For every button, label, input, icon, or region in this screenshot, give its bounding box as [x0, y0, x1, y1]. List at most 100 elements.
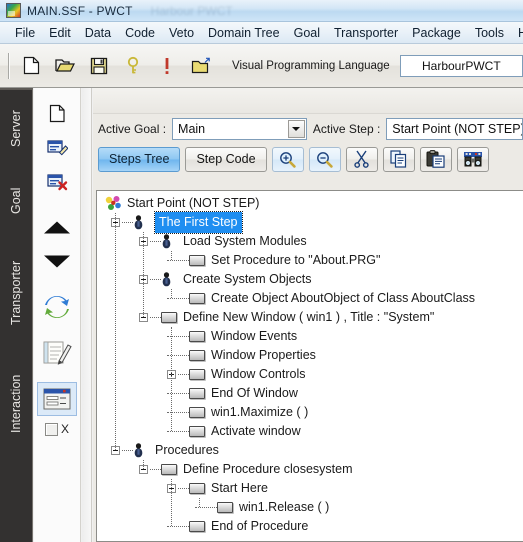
menu-item-code[interactable]: Code	[118, 24, 162, 42]
steps-tree: Start Point (NOT STEP) The First Step Load…	[97, 191, 523, 536]
new-file-button[interactable]	[17, 52, 45, 80]
paste-button[interactable]	[419, 146, 452, 172]
tree-row[interactable]: Set Procedure to "About.PRG"	[97, 251, 523, 270]
tree-connector	[167, 526, 189, 527]
chevron-down-icon[interactable]	[287, 120, 305, 138]
tree-node-label[interactable]: Window Properties	[211, 346, 316, 365]
tree-row[interactable]: Window Controls	[97, 365, 523, 384]
menu-item-package[interactable]: Package	[405, 24, 468, 42]
open-file-button[interactable]	[51, 52, 79, 80]
notebook-pencil-icon	[43, 341, 72, 365]
rail-new-step[interactable]	[37, 96, 77, 130]
rail-move-down[interactable]	[37, 244, 77, 278]
tab-step-code[interactable]: Step Code	[185, 146, 267, 172]
active-step-field[interactable]: Start Point (NOT STEP)	[386, 118, 523, 140]
tree-row[interactable]: Create Object AboutObject of Class About…	[97, 289, 523, 308]
tree-node-label[interactable]: win1.Maximize ( )	[211, 403, 308, 422]
rail-move-up[interactable]	[37, 210, 77, 244]
menu-item-goal[interactable]: Goal	[287, 24, 327, 42]
rail-notes[interactable]	[37, 336, 77, 370]
zoom-in-button[interactable]	[271, 146, 304, 172]
tree-node-label[interactable]: Window Controls	[211, 365, 305, 384]
menu-item-edit[interactable]: Edit	[42, 24, 78, 42]
help-button[interactable]	[119, 52, 147, 80]
cut-button[interactable]	[345, 146, 378, 172]
tree-node-label[interactable]: Define New Window ( win1 ) , Title : "Sy…	[183, 308, 434, 327]
menu-item-data[interactable]: Data	[78, 24, 118, 42]
find-button[interactable]	[456, 146, 489, 172]
language-combo[interactable]: HarbourPWCT	[399, 54, 523, 77]
tree-row[interactable]: Start Point (NOT STEP)	[97, 194, 523, 213]
step-box-icon	[189, 407, 205, 418]
tree-connector-vertical	[171, 327, 172, 431]
checkbox-box[interactable]	[44, 422, 58, 436]
tree-row[interactable]: End of Procedure	[97, 517, 523, 536]
step-box-glyph	[217, 502, 233, 513]
menu-item-file[interactable]: File	[8, 24, 42, 42]
run-button[interactable]	[153, 52, 181, 80]
vertical-tab-transporter[interactable]: Transporter	[9, 234, 23, 352]
step-box-icon	[189, 293, 205, 304]
rail-edit-step[interactable]	[37, 130, 77, 164]
tree-row[interactable]: Load System Modules	[97, 232, 523, 251]
tree-connector-vertical	[199, 498, 200, 507]
tree-row[interactable]: Create System Objects	[97, 270, 523, 289]
vertical-tab-goal[interactable]: Goal	[9, 168, 23, 234]
export-button[interactable]	[187, 52, 215, 80]
step-box-glyph	[161, 464, 177, 475]
tree-connector	[150, 469, 161, 470]
tree-row[interactable]: The First Step	[97, 211, 523, 234]
tree-connector	[178, 374, 189, 375]
menu-item-veto[interactable]: Veto	[162, 24, 201, 42]
tree-row[interactable]: Window Properties	[97, 346, 523, 365]
tree-row[interactable]: win1.Release ( )	[97, 498, 523, 517]
tab-steps-tree[interactable]: Steps Tree	[98, 146, 181, 172]
rail-refresh[interactable]	[37, 290, 77, 324]
rail-checkbox[interactable]: X	[34, 422, 80, 436]
rail-scrollbar[interactable]	[82, 88, 92, 542]
menu-item-help[interactable]: Help	[511, 24, 523, 42]
tree-row[interactable]: Start Here	[97, 479, 523, 498]
step-box-icon	[189, 388, 205, 399]
tree-node-label[interactable]: Start Point (NOT STEP)	[127, 194, 259, 213]
tree-node-label[interactable]: End of Procedure	[211, 517, 308, 536]
tree-node-label[interactable]: Window Events	[211, 327, 297, 346]
vertical-tab-server[interactable]: Server	[9, 90, 23, 168]
steps-tree-panel[interactable]: Start Point (NOT STEP) The First Step Load…	[96, 190, 523, 542]
folder-export-icon	[191, 57, 210, 73]
menu-item-tools[interactable]: Tools	[468, 24, 511, 42]
tree-row[interactable]: Activate window	[97, 422, 523, 441]
binoculars-search-icon	[463, 151, 482, 166]
help-key-icon	[127, 56, 139, 74]
rail-form[interactable]	[37, 382, 77, 416]
tree-node-label[interactable]: Start Here	[211, 479, 268, 498]
step-box-icon	[189, 369, 205, 380]
tree-node-label[interactable]: The First Step	[154, 211, 243, 234]
step-box-glyph	[189, 426, 205, 437]
active-goal-combo[interactable]: Main	[172, 118, 307, 140]
tree-row[interactable]: End Of Window	[97, 384, 523, 403]
tree-row[interactable]: Window Events	[97, 327, 523, 346]
zoom-out-button[interactable]	[308, 146, 341, 172]
tree-node-label[interactable]: Set Procedure to "About.PRG"	[211, 251, 380, 270]
tree-node-label[interactable]: Create Object AboutObject of Class About…	[211, 289, 475, 308]
tree-row[interactable]: Define New Window ( win1 ) , Title : "Sy…	[97, 308, 523, 327]
save-button[interactable]	[85, 52, 113, 80]
tree-node-label[interactable]: Define Procedure closesystem	[183, 460, 353, 479]
tree-row[interactable]: win1.Maximize ( )	[97, 403, 523, 422]
rail-delete-step[interactable]	[37, 164, 77, 198]
vertical-tab-interaction[interactable]: Interaction	[9, 352, 23, 456]
tree-node-label[interactable]: win1.Release ( )	[239, 498, 329, 517]
tree-node-label[interactable]: Create System Objects	[183, 270, 312, 289]
tree-row[interactable]: Define Procedure closesystem	[97, 460, 523, 479]
tree-node-label[interactable]: End Of Window	[211, 384, 298, 403]
tree-row[interactable]: Procedures	[97, 441, 523, 460]
menu-item-domain-tree[interactable]: Domain Tree	[201, 24, 287, 42]
tree-node-label[interactable]: Procedures	[155, 441, 219, 460]
menu-item-transporter[interactable]: Transporter	[327, 24, 405, 42]
title-bar: MAIN.SSF - PWCT Harbour PWCT	[0, 0, 523, 22]
tree-node-label[interactable]: Load System Modules	[183, 232, 307, 251]
toolbar-separator	[8, 52, 10, 79]
copy-button[interactable]	[382, 146, 415, 172]
tree-node-label[interactable]: Activate window	[211, 422, 301, 441]
